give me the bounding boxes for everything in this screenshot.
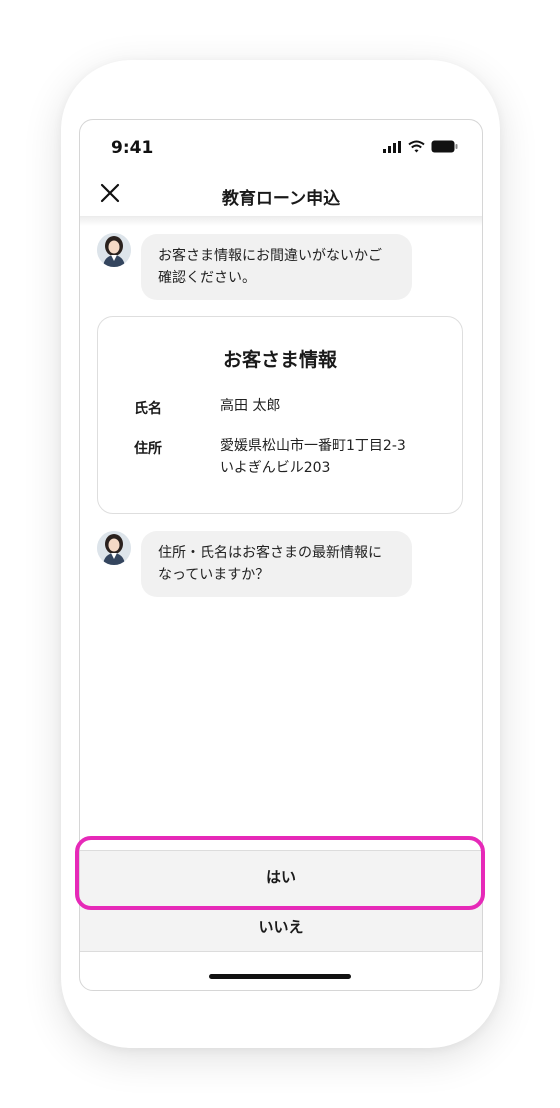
card-title: お客さま情報 bbox=[222, 349, 337, 371]
address-line: 愛媛県松山市一番町1丁目2-3 bbox=[220, 438, 406, 454]
status-bar: 9:41 bbox=[80, 120, 482, 172]
chat-bubble-operator: お客さま情報にお間違いがないかご 確認ください。 bbox=[141, 234, 412, 300]
header-shadow bbox=[80, 216, 482, 226]
chat-bubble-operator: 住所・氏名はお客さまの最新情報に なっていますか？ bbox=[141, 531, 412, 597]
status-icons bbox=[383, 140, 458, 153]
name-label: 氏名 bbox=[134, 401, 162, 417]
header-bar: 教育ローン申込 bbox=[80, 172, 482, 217]
battery-icon bbox=[431, 140, 458, 153]
customer-info-card: お客さま情報 氏名 高田 太郎 住所 愛媛県松山市一番町1丁目2-3 いよぎんビ… bbox=[97, 316, 463, 514]
chat-message-line: 住所・氏名はお客さまの最新情報に bbox=[158, 545, 382, 561]
signal-icon bbox=[383, 140, 401, 153]
address-value: 愛媛県松山市一番町1丁目2-3 いよぎんビル203 bbox=[220, 435, 406, 479]
wifi-icon bbox=[408, 140, 425, 153]
no-button[interactable]: いいえ bbox=[80, 903, 482, 952]
address-label: 住所 bbox=[134, 441, 162, 457]
avatar-operator bbox=[97, 233, 131, 267]
app-screen: 9:41 教育ローン申込 お客さま情報にお間違いがないかご 確認ください。 お客… bbox=[79, 119, 483, 991]
page-title: 教育ローン申込 bbox=[221, 189, 341, 209]
chat-message-line: お客さま情報にお間違いがないかご bbox=[158, 248, 382, 264]
chat-message-line: なっていますか？ bbox=[158, 567, 270, 583]
avatar-operator bbox=[97, 531, 131, 565]
status-time: 9:41 bbox=[111, 138, 154, 158]
address-line: いよぎんビル203 bbox=[220, 460, 331, 476]
yes-button[interactable]: はい bbox=[80, 850, 482, 904]
chat-message-line: 確認ください。 bbox=[158, 270, 256, 286]
home-indicator bbox=[209, 974, 351, 979]
name-value: 高田 太郎 bbox=[220, 398, 281, 414]
